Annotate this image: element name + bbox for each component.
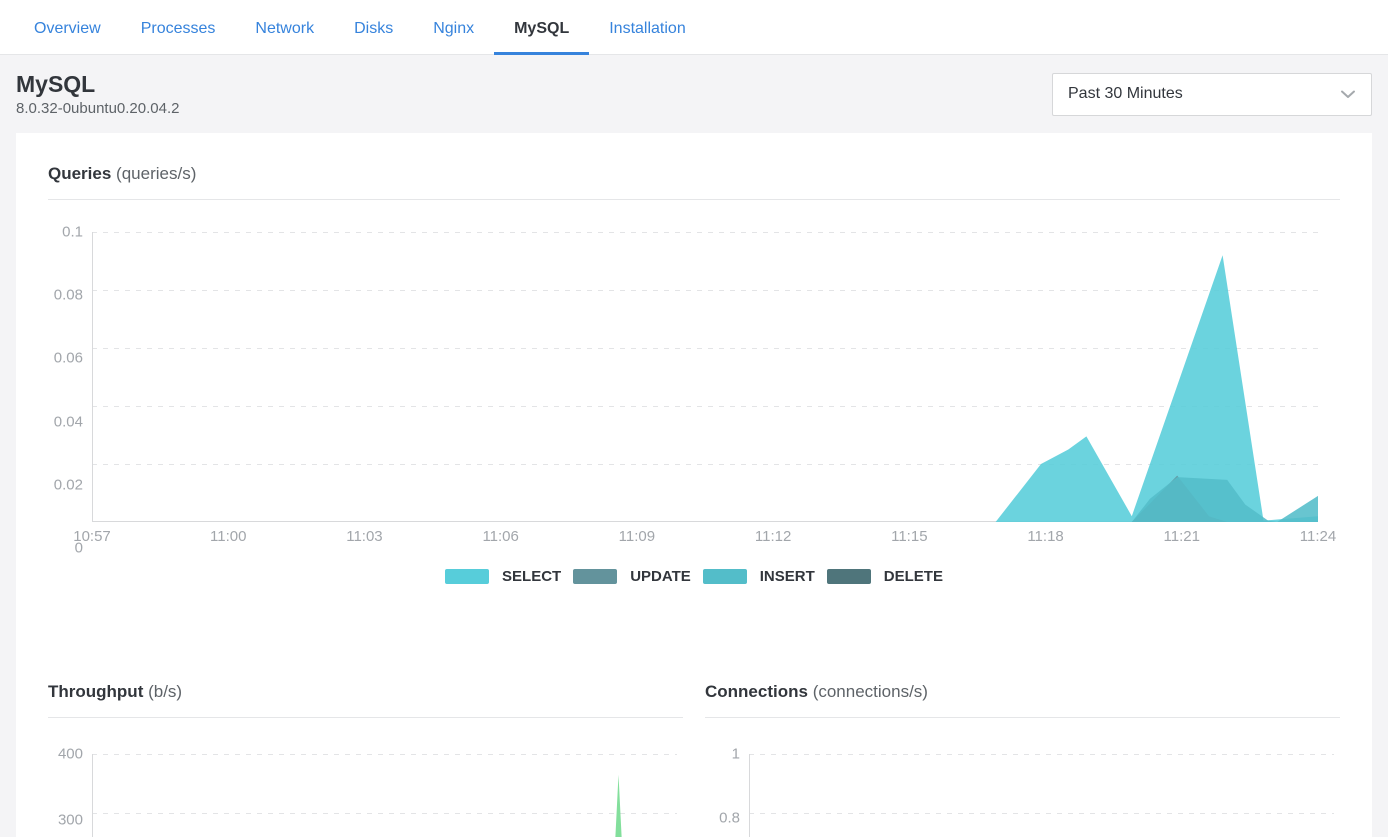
throughput-chart: 4003002001000 [48,754,683,837]
x-tick-label: 11:18 [1027,528,1063,545]
queries-chart-section: Queries (queries/s) 0.10.080.060.040.020… [48,163,1340,585]
connections-chart-svg [749,754,1334,837]
divider [705,717,1340,718]
tab-processes[interactable]: Processes [121,3,236,55]
tab-nginx[interactable]: Nginx [413,3,494,55]
page-title-block: MySQL 8.0.32-0ubuntu0.20.04.2 [16,71,179,117]
legend-label: DELETE [884,568,943,585]
connections-y-axis-labels: 10.80.60.40.20 [705,754,749,837]
y-tick-label: 0.06 [54,350,83,367]
y-tick-label: 0.8 [719,810,740,827]
throughput-y-axis-labels: 4003002001000 [48,754,92,837]
mysql-version-text: 8.0.32-0ubuntu0.20.04.2 [16,100,179,117]
queries-plot-area[interactable] [92,232,1318,522]
page-title: MySQL [16,71,179,97]
tab-disks[interactable]: Disks [334,3,413,55]
x-tick-label: 11:21 [1164,528,1200,545]
legend-item-select[interactable]: SELECT [445,568,561,585]
x-tick-label: 11:12 [755,528,791,545]
legend-swatch-select [445,569,489,584]
connections-plot-area[interactable] [749,754,1334,837]
top-tab-bar: Overview Processes Network Disks Nginx M… [0,0,1388,55]
throughput-chart-svg [92,754,677,837]
x-tick-label: 11:03 [346,528,382,545]
queries-x-axis-labels: 10:5711:0011:0311:0611:0911:1211:1511:18… [92,528,1318,548]
legend-item-insert[interactable]: INSERT [703,568,815,585]
x-tick-label: 11:06 [482,528,518,545]
y-tick-label: 1 [732,746,740,763]
legend-swatch-update [573,569,617,584]
connections-chart-section: Connections (connections/s) 10.80.60.40.… [705,681,1340,837]
queries-series-select [92,255,1318,522]
queries-y-axis-labels: 0.10.080.060.040.020 [48,232,92,548]
chart-title-text: Connections [705,682,808,701]
legend-item-delete[interactable]: DELETE [827,568,943,585]
y-tick-label: 0.08 [54,287,83,304]
chevron-down-icon [1339,85,1357,103]
x-tick-label: 10:57 [73,528,111,545]
divider [48,717,683,718]
y-tick-label: 400 [58,746,83,763]
legend-label: SELECT [502,568,561,585]
legend-label: INSERT [760,568,815,585]
throughput-chart-section: Throughput (b/s) 4003002001000 [48,681,683,837]
legend-item-update[interactable]: UPDATE [573,568,691,585]
tab-installation[interactable]: Installation [589,3,706,55]
throughput-plot-area[interactable] [92,754,677,837]
x-tick-label: 11:09 [619,528,655,545]
queries-legend: SELECT UPDATE INSERT DELETE [48,568,1340,585]
time-range-value: Past 30 Minutes [1068,85,1183,103]
divider [48,199,1340,200]
chart-title-unit: (queries/s) [116,164,196,183]
time-range-select[interactable]: Past 30 Minutes [1052,73,1372,116]
legend-swatch-insert [703,569,747,584]
chart-title-text: Queries [48,164,111,183]
tab-overview[interactable]: Overview [14,3,121,55]
x-tick-label: 11:00 [210,528,246,545]
throughput-series-throughput [92,775,677,837]
y-tick-label: 0.1 [62,224,83,241]
bottom-charts-row: Throughput (b/s) 4003002001000 Connectio… [48,681,1340,837]
y-tick-label: 0.04 [54,413,83,430]
legend-swatch-delete [827,569,871,584]
legend-label: UPDATE [630,568,691,585]
page-header: MySQL 8.0.32-0ubuntu0.20.04.2 Past 30 Mi… [0,55,1388,133]
queries-chart-svg [92,232,1318,522]
throughput-chart-title: Throughput (b/s) [48,681,683,703]
chart-title-unit: (b/s) [148,682,182,701]
queries-chart-title: Queries (queries/s) [48,163,1340,185]
x-tick-label: 11:15 [891,528,927,545]
connections-chart: 10.80.60.40.20 [705,754,1340,837]
y-tick-label: 300 [58,811,83,828]
tab-mysql[interactable]: MySQL [494,3,589,55]
chart-title-text: Throughput [48,682,143,701]
x-tick-label: 11:24 [1300,528,1336,545]
tab-network[interactable]: Network [235,3,334,55]
y-tick-label: 0.02 [54,476,83,493]
mysql-charts-card: Queries (queries/s) 0.1 0.08 0.06 0.04 0.02 0… [16,133,1372,837]
chart-title-unit: (connections/s) [813,682,928,701]
queries-chart: 0.10.080.060.040.020 10:5711:0011:0311:0… [48,232,1340,548]
connections-chart-title: Connections (connections/s) [705,681,1340,703]
